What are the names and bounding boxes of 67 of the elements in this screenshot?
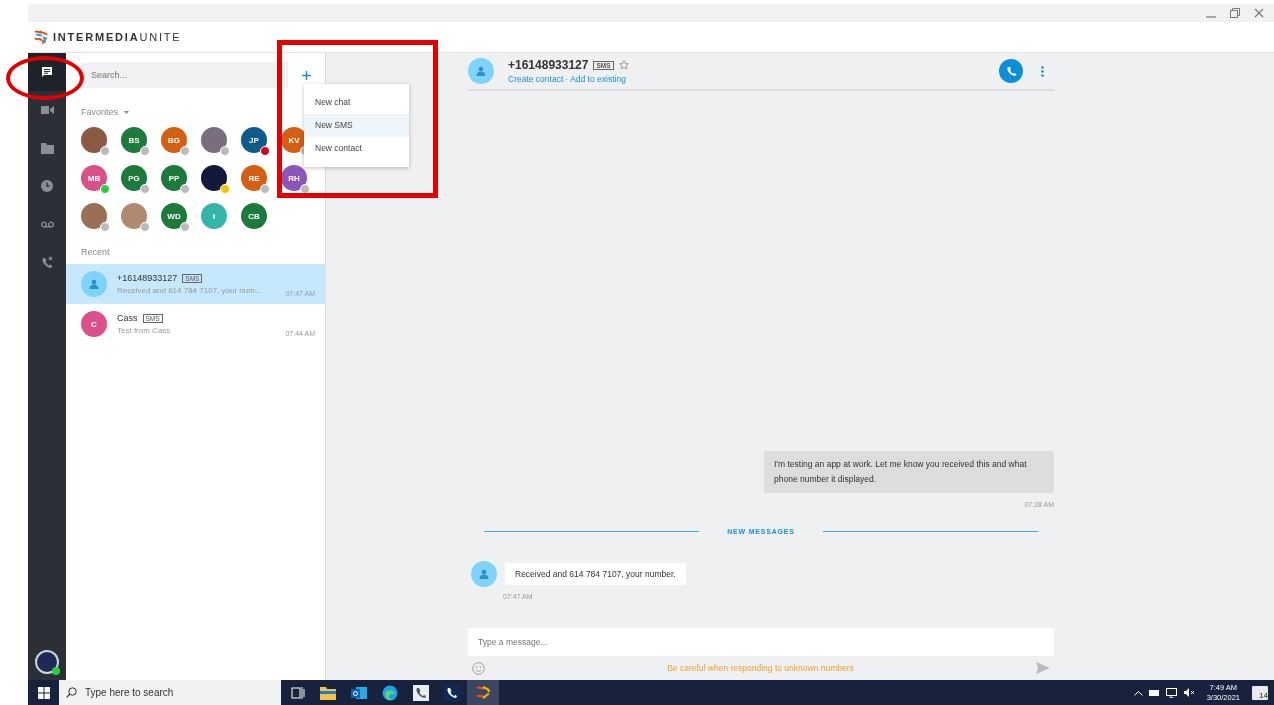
phone-icon[interactable] [40, 255, 54, 269]
mail-app-icon[interactable] [351, 685, 367, 700]
contact-avatar[interactable]: JP [241, 127, 267, 153]
contact-avatar[interactable]: MB [81, 165, 107, 191]
taskbar-search-field[interactable]: Type here to search [59, 680, 281, 705]
link-separator: · [565, 74, 569, 84]
search-icon [66, 687, 77, 698]
contact-avatar[interactable]: BG [161, 127, 187, 153]
speaker-muted-icon[interactable] [1183, 688, 1195, 697]
search-field[interactable]: Search... [81, 62, 288, 88]
contact-avatar[interactable]: BS [121, 127, 147, 153]
folder-icon[interactable] [320, 685, 336, 700]
logo-icon [33, 29, 49, 45]
phone-app-icon[interactable] [413, 684, 429, 701]
warning-text: Be careful when responding to unknown numbers [667, 663, 854, 673]
menu-item[interactable]: New SMS [304, 114, 409, 137]
nav-tab[interactable] [28, 53, 66, 91]
contact-avatar[interactable]: WD [161, 203, 187, 229]
clock-icon[interactable] [41, 180, 53, 192]
user-avatar[interactable] [35, 650, 59, 674]
app-logo-icon[interactable] [475, 684, 491, 701]
menu-item[interactable]: New chat [304, 91, 409, 114]
message-preview: Received and 614 784 7107, your num... [117, 286, 263, 295]
contact-name: Cass [117, 313, 138, 323]
more-options-icon[interactable] [1041, 65, 1044, 77]
recent-heading: Recent [81, 247, 110, 257]
chevron-up-icon[interactable] [1133, 689, 1143, 696]
phone-app-icon[interactable] [444, 684, 460, 701]
app-logo-text: INTERMEDIAUNITE [53, 31, 182, 43]
contact-avatar[interactable]: RE [241, 165, 267, 191]
message-input[interactable]: Type a message... [468, 628, 1054, 656]
person-icon [479, 569, 489, 579]
phone-icon[interactable] [1005, 65, 1017, 77]
close-icon[interactable] [1254, 8, 1264, 18]
sent-message: I'm testing an app at work. Let me know you received this and what phone number it displayed. [764, 451, 1054, 493]
contact-avatar[interactable]: PP [161, 165, 187, 191]
caret-icon[interactable] [124, 110, 129, 114]
task-view-icon[interactable] [291, 685, 305, 700]
battery-icon[interactable] [1148, 688, 1160, 697]
create-contact-link[interactable]: Create contact [508, 74, 564, 84]
browser-icon[interactable] [382, 684, 398, 701]
contact-avatar[interactable]: CB [241, 203, 267, 229]
favorites-heading[interactable]: Favorites [81, 107, 118, 117]
app-taskbar-button[interactable] [467, 680, 499, 705]
contact-avatar: C [81, 311, 107, 337]
windows-logo-icon[interactable] [37, 686, 50, 699]
network-icon[interactable] [1165, 687, 1178, 698]
contact-name: +16148933127 [117, 273, 178, 283]
person-icon [476, 66, 486, 76]
taskbar-search-placeholder: Type here to search [85, 687, 174, 698]
notification-button[interactable]: 14 [1252, 685, 1268, 700]
call-button[interactable] [999, 59, 1023, 83]
contact-name: +16148933127 [508, 58, 589, 72]
message-preview: Test from Cass [117, 326, 172, 335]
received-message: Received and 614 784 7107, your number. [505, 563, 686, 585]
chat-icon[interactable] [41, 66, 53, 78]
restore-icon[interactable] [1230, 8, 1240, 18]
video-camera-icon[interactable] [40, 105, 54, 115]
voicemail-icon[interactable] [40, 220, 54, 228]
photo-placeholder[interactable] [201, 165, 227, 191]
contact-avatar[interactable]: PG [121, 165, 147, 191]
menu-item[interactable]: New contact [304, 137, 409, 160]
folder-icon[interactable] [40, 142, 54, 154]
person-icon [89, 279, 99, 289]
add-to-existing-link[interactable]: Add to existing [570, 74, 626, 84]
add-icon[interactable] [302, 70, 311, 80]
star-icon[interactable] [618, 60, 629, 70]
